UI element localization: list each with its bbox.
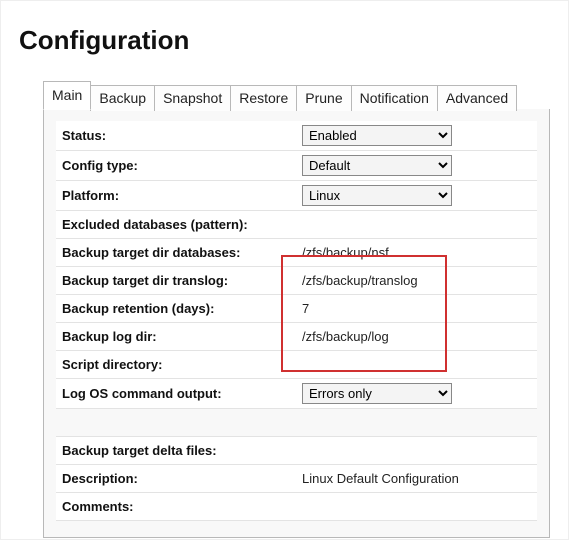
label-target-dir-db: Backup target dir databases: — [56, 239, 296, 267]
tab-backup[interactable]: Backup — [90, 85, 155, 111]
tab-restore[interactable]: Restore — [230, 85, 297, 111]
label-config-type: Config type: — [56, 151, 296, 181]
label-excluded: Excluded databases (pattern): — [56, 211, 296, 239]
value-delta-files — [296, 437, 537, 465]
row-retention: Backup retention (days): 7 — [56, 295, 537, 323]
value-target-dir-db: /zfs/backup/nsf — [296, 239, 537, 267]
label-description: Description: — [56, 465, 296, 493]
config-panel: Status: Enabled Config type: Default Pla… — [43, 109, 550, 538]
row-config-type: Config type: Default — [56, 151, 537, 181]
row-comments: Comments: — [56, 493, 537, 521]
select-status[interactable]: Enabled — [302, 125, 452, 146]
tab-prune[interactable]: Prune — [296, 85, 351, 111]
row-delta-files: Backup target delta files: — [56, 437, 537, 465]
label-delta-files: Backup target delta files: — [56, 437, 296, 465]
config-form: Status: Enabled Config type: Default Pla… — [56, 121, 537, 521]
tab-strip: Main Backup Snapshot Restore Prune Notif… — [19, 80, 550, 109]
row-script-dir: Script directory: — [56, 351, 537, 379]
row-excluded: Excluded databases (pattern): — [56, 211, 537, 239]
value-retention: 7 — [296, 295, 537, 323]
label-status: Status: — [56, 121, 296, 151]
row-target-dir-db: Backup target dir databases: /zfs/backup… — [56, 239, 537, 267]
value-script-dir — [296, 351, 537, 379]
row-log-os-cmd: Log OS command output: Errors only — [56, 379, 537, 409]
tab-main[interactable]: Main — [43, 81, 91, 110]
page-title: Configuration — [19, 25, 550, 56]
row-status: Status: Enabled — [56, 121, 537, 151]
tab-notification[interactable]: Notification — [351, 85, 438, 111]
row-description: Description: Linux Default Configuration — [56, 465, 537, 493]
tab-advanced[interactable]: Advanced — [437, 85, 517, 111]
row-platform: Platform: Linux — [56, 181, 537, 211]
label-retention: Backup retention (days): — [56, 295, 296, 323]
row-target-dir-translog: Backup target dir translog: /zfs/backup/… — [56, 267, 537, 295]
select-log-os-cmd[interactable]: Errors only — [302, 383, 452, 404]
label-target-dir-translog: Backup target dir translog: — [56, 267, 296, 295]
select-config-type[interactable]: Default — [302, 155, 452, 176]
value-comments — [296, 493, 537, 521]
select-platform[interactable]: Linux — [302, 185, 452, 206]
label-comments: Comments: — [56, 493, 296, 521]
label-script-dir: Script directory: — [56, 351, 296, 379]
label-log-os-cmd: Log OS command output: — [56, 379, 296, 409]
row-spacer — [56, 409, 537, 437]
row-log-dir: Backup log dir: /zfs/backup/log — [56, 323, 537, 351]
value-log-dir: /zfs/backup/log — [296, 323, 537, 351]
value-excluded — [296, 211, 537, 239]
label-platform: Platform: — [56, 181, 296, 211]
value-description: Linux Default Configuration — [296, 465, 537, 493]
value-target-dir-translog: /zfs/backup/translog — [296, 267, 537, 295]
tab-snapshot[interactable]: Snapshot — [154, 85, 231, 111]
label-log-dir: Backup log dir: — [56, 323, 296, 351]
